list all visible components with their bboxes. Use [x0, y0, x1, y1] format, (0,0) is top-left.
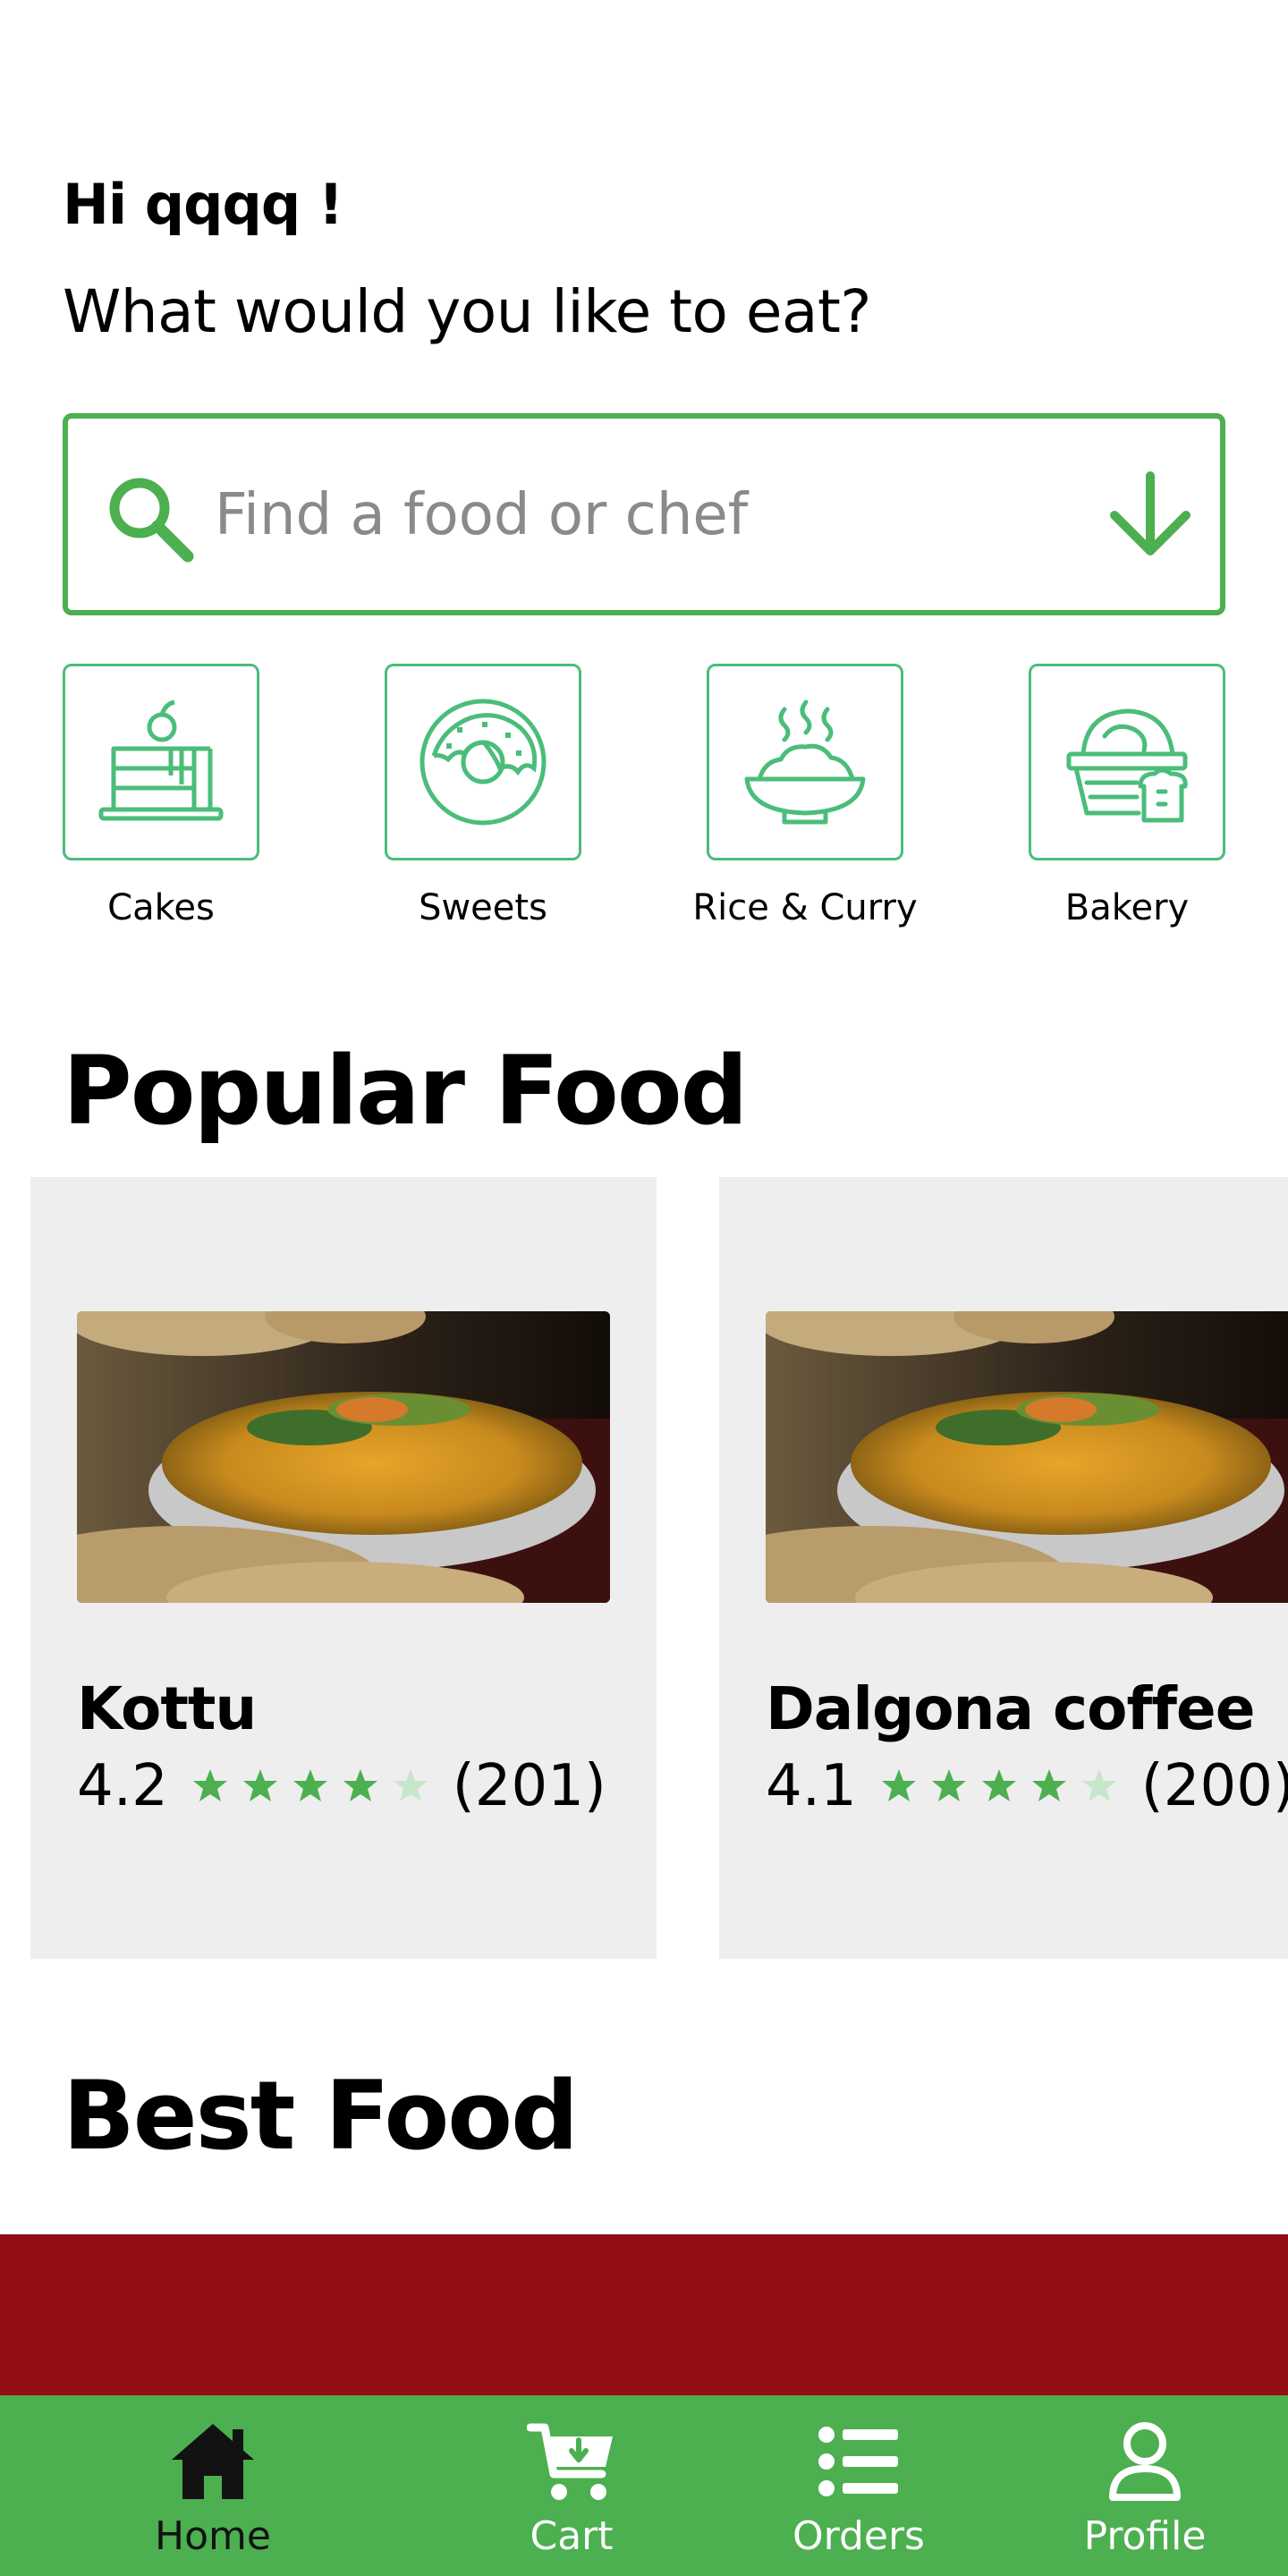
- rating-value: 4.2: [77, 1753, 168, 1819]
- star-empty-icon: [393, 1769, 428, 1801]
- greeting-text: Hi qqqq !: [63, 172, 343, 237]
- category-label: Bakery: [1064, 887, 1190, 928]
- star-rating: [191, 1767, 429, 1805]
- rating-row: 4.2 (201): [77, 1753, 606, 1819]
- search-icon[interactable]: [100, 469, 199, 567]
- category-cakes[interactable]: Cakes: [63, 664, 259, 928]
- food-image: [77, 1311, 610, 1603]
- nav-label: Home: [155, 2513, 271, 2559]
- category-bakery[interactable]: Bakery: [1029, 664, 1225, 928]
- food-image: [766, 1311, 1288, 1603]
- cake-icon: [98, 699, 224, 821]
- food-name: Kottu: [77, 1674, 257, 1743]
- bottom-navigation: Home Cart Orders Profile: [0, 2395, 1288, 2576]
- category-tile[interactable]: [385, 664, 581, 860]
- rating-row: 4.1 (200): [766, 1753, 1288, 1819]
- rating-value: 4.1: [766, 1753, 857, 1819]
- cart-icon: [527, 2423, 613, 2500]
- star-filled-icon: [981, 1769, 1016, 1801]
- rating-count: (201): [452, 1753, 606, 1819]
- nav-label: Cart: [530, 2513, 614, 2559]
- star-empty-icon: [1081, 1769, 1116, 1801]
- arrow-down-icon[interactable]: [1106, 470, 1195, 560]
- best-food-banner[interactable]: [0, 2234, 1288, 2413]
- star-filled-icon: [343, 1769, 377, 1801]
- star-filled-icon: [1031, 1769, 1066, 1801]
- nav-label: Profile: [1083, 2513, 1207, 2559]
- nav-profile[interactable]: Profile: [1038, 2420, 1252, 2559]
- star-filled-icon: [292, 1769, 327, 1801]
- nav-home[interactable]: Home: [106, 2420, 320, 2559]
- category-tile[interactable]: [1029, 664, 1225, 860]
- category-label: Cakes: [107, 887, 215, 928]
- star-filled-icon: [192, 1769, 227, 1801]
- user-icon: [1109, 2422, 1181, 2501]
- food-card-dalgona-coffee[interactable]: Dalgona coffee 4.1 (200): [719, 1177, 1288, 1959]
- bakery-basket-icon: [1066, 708, 1188, 823]
- page-subtitle: What would you like to eat?: [63, 277, 871, 346]
- star-filled-icon: [881, 1769, 916, 1801]
- category-label: Sweets: [419, 887, 547, 928]
- star-rating: [880, 1767, 1118, 1805]
- nav-cart[interactable]: Cart: [464, 2420, 679, 2559]
- rating-count: (200): [1140, 1753, 1288, 1819]
- star-filled-icon: [242, 1769, 277, 1801]
- category-label: Rice & Curry: [692, 887, 918, 928]
- category-rice-curry[interactable]: Rice & Curry: [692, 664, 918, 928]
- list-icon: [818, 2427, 898, 2496]
- best-food-title: Best Food: [63, 2061, 579, 2171]
- star-filled-icon: [931, 1769, 966, 1801]
- home-icon: [172, 2424, 254, 2499]
- category-tile[interactable]: [63, 664, 259, 860]
- rice-bowl-icon: [744, 699, 866, 825]
- category-tile[interactable]: [707, 664, 903, 860]
- search-bar[interactable]: [63, 413, 1225, 615]
- donut-icon: [419, 699, 547, 826]
- food-name: Dalgona coffee: [766, 1674, 1255, 1743]
- search-input[interactable]: [215, 463, 1073, 567]
- home-screen: Hi qqqq ! What would you like to eat? Fi…: [0, 0, 1288, 2576]
- nav-label: Orders: [792, 2513, 925, 2559]
- food-card-kottu[interactable]: Kottu 4.2 (201): [30, 1177, 657, 1959]
- popular-food-title: Popular Food: [63, 1036, 749, 1146]
- category-sweets[interactable]: Sweets: [385, 664, 581, 928]
- nav-orders[interactable]: Orders: [751, 2420, 966, 2559]
